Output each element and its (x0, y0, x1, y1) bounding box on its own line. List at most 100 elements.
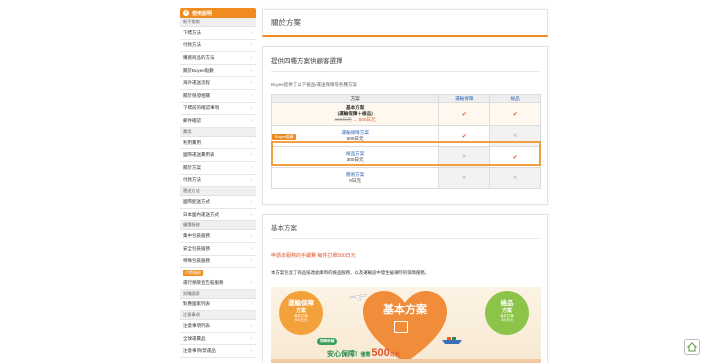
sidebar-item[interactable]: 日本國內運送方式 › (180, 208, 256, 222)
sidebar-item-label: 付款方法 (183, 42, 201, 48)
sidebar-item-label: 對應國家列表 (183, 301, 210, 307)
plans-panel: 提供四種方案供顧客選擇 Buyee提供了以下檢品/運送保障等各種方案 方案 運輸… (262, 46, 548, 205)
sidebar-item-label: 全球運費品 (183, 335, 206, 341)
sidebar-item-label: 關於保證相關 (183, 92, 210, 98)
price-arrow: → (352, 117, 358, 122)
sidebar-item-label: 付款方法 (183, 177, 201, 183)
col-transport-guarantee[interactable]: 運輸保障 (438, 94, 491, 103)
sidebar-item[interactable]: 注意事項列表 › (180, 320, 256, 333)
sidebar-item[interactable]: 郵件確認 › (180, 115, 256, 128)
sidebar-item-label: 集中包裝服務 (183, 233, 210, 239)
sidebar-item[interactable]: 注意事項/禁運品 › (180, 345, 256, 359)
ship-icon (442, 337, 462, 344)
chevron-right-icon: › (250, 105, 252, 112)
basic-plan-panel: 基本方案 申請本服務的手續費 每件訂單500日元 本方案包含了商品抵達倉庫時的檢… (262, 214, 548, 363)
chevron-right-icon: › (250, 245, 252, 252)
inspection-plan-circle: 檢品 方案 每件訂單 300日元 (485, 291, 529, 335)
plan-price-transport: 500日元 (346, 136, 364, 141)
sidebar-item-label: 關於方案 (183, 164, 201, 170)
banner-title: 基本方案 (383, 304, 427, 316)
banner-slogan: 安心保障! 僅需500日元 (327, 347, 400, 359)
chevron-right-icon: › (250, 233, 252, 240)
cross-icon: ✖ (512, 175, 518, 181)
chevron-right-icon: › (250, 211, 252, 218)
sidebar-item[interactable]: 全球運費品 › (180, 332, 256, 346)
sidebar-section-label: 費用 (180, 127, 256, 137)
basic-fee-note: 申請本服務的手續費 每件訂單500日元 (271, 253, 356, 259)
sidebar-item[interactable]: 下標前的確認事項 › (180, 102, 256, 116)
sidebar-item[interactable]: 安全包裝服務 › (180, 242, 256, 256)
combo-sticker: 同時申請 (317, 338, 338, 345)
table-row-transport: 運輸保障方案 500日元 ✔ ✖ (270, 125, 541, 147)
chevron-right-icon: › (250, 258, 252, 265)
sidebar-section-label: 對應國家 (180, 289, 256, 299)
sidebar-item[interactable]: 下標方法 › (180, 27, 256, 40)
sidebar-section-label: 新手指南 (180, 18, 256, 27)
sidebar-item-label: 下標方法 (183, 29, 201, 35)
sidebar-item[interactable]: 集中包裝服務 › (180, 230, 256, 243)
sidebar-item[interactable]: 付款方法 › (180, 39, 256, 53)
chevron-right-icon: › (250, 164, 252, 171)
floating-home-button[interactable] (684, 339, 700, 355)
page-title: 關於方案 (271, 18, 301, 27)
sidebar-section-label: 優惠服務 (180, 221, 256, 231)
sidebar-item[interactable]: 關於保證相關 › (180, 89, 256, 103)
sidebar-item[interactable]: 利用費用 › (180, 136, 256, 150)
sidebar-item[interactable]: 付款方法 › (180, 174, 256, 188)
chevron-right-icon: › (250, 335, 252, 342)
chevron-right-icon: › (250, 80, 252, 87)
sidebar-item-label: 特殊包裝服務 (183, 258, 210, 264)
paid-service-badge: 付費服務 (180, 268, 256, 278)
sidebar-list: 新手指南 下標方法 › 付款方法 › 購買商品的方法 › 關於Buyee點數 › 海外運送流程 › 關… (180, 18, 256, 359)
sidebar-item-label: 注意事項/禁運品 (183, 348, 216, 354)
chevron-right-icon: › (250, 198, 252, 205)
chevron-right-icon: › (250, 42, 252, 49)
new-price: 500日元 (358, 117, 376, 122)
sidebar-item[interactable]: 關於Buyee點數 › (180, 64, 256, 78)
chevron-right-icon: › (250, 323, 252, 330)
chevron-right-icon: › (250, 177, 252, 184)
check-icon: ✔ (461, 111, 467, 118)
basic-plan-banner: 運輸保障 方案 每件訂單 500日元 基本方案 檢品 方案 每件訂單 300日元… (271, 287, 541, 363)
col-inspection[interactable]: 檢品 (489, 94, 541, 103)
plan-price-simple: 0日元 (349, 178, 362, 183)
sidebar-item[interactable]: 購買商品的方法 › (180, 52, 256, 65)
table-row-inspection: 檢品方案 300日元 ✖ ✔ (270, 146, 541, 168)
check-icon: ✔ (461, 133, 467, 140)
sidebar-header-label: 使用說明 (192, 10, 213, 17)
chevron-right-icon: › (250, 152, 252, 159)
sidebar-item-label: 國際運送費用表 (183, 152, 215, 158)
sidebar-item-label: 國際配送方式 (183, 198, 210, 204)
chevron-right-icon: › (250, 54, 252, 61)
plans-intro: Buyee提供了以下檢品/運送保障等各種方案 (271, 82, 358, 87)
cross-icon: ✖ (462, 175, 467, 181)
paid-service-badge-label: 付費服務 (183, 269, 203, 276)
plan-price-inspection: 300日元 (346, 157, 364, 162)
sidebar-item-label: 郵件確認 (183, 117, 201, 123)
sidebar-item[interactable]: 特殊包裝服務 › (180, 255, 256, 269)
help-sidebar: ? 使用說明 新手指南 下標方法 › 付款方法 › 購買商品的方法 › 關於Buyee點數 › 海… (180, 8, 256, 363)
sidebar-section-label: 注意事項 (180, 311, 256, 321)
cross-icon: ✖ (512, 133, 518, 139)
sidebar-item[interactable]: 對應國家列表 › (180, 298, 256, 312)
sidebar-item[interactable]: 國際運送費用表 › (180, 149, 256, 162)
question-icon: ? (183, 10, 189, 16)
sidebar-item[interactable]: 關於方案 › (180, 161, 256, 175)
sidebar-item-label: 利用費用 (183, 139, 201, 145)
sidebar-item[interactable]: 運行保險宣告裝服務 › (180, 277, 256, 290)
chevron-right-icon: › (250, 67, 252, 74)
chevron-right-icon: › (250, 301, 252, 308)
sidebar-item-label: 注意事項列表 (183, 323, 210, 329)
sidebar-item[interactable]: 海外運送流程 › (180, 77, 256, 90)
plans-table: 方案 運輸保障 檢品 基本方案 (運輸保障＋檢品) 800日元 → 500日元 (270, 94, 541, 189)
sidebar-item-label: 關於Buyee點數 (183, 67, 214, 73)
page-title-panel: 關於方案 (262, 9, 548, 37)
check-icon: ✔ (512, 154, 518, 161)
old-price: 800日元 (334, 117, 352, 122)
main-content: 關於方案 提供四種方案供顧客選擇 Buyee提供了以下檢品/運送保障等各種方案 … (262, 9, 548, 363)
sidebar-header: ? 使用說明 (180, 8, 256, 18)
cross-icon: ✖ (462, 154, 467, 160)
sidebar-item-label: 購買商品的方法 (183, 54, 215, 60)
airplane-icon (349, 293, 367, 301)
sidebar-item[interactable]: 國際配送方式 › (180, 196, 256, 209)
